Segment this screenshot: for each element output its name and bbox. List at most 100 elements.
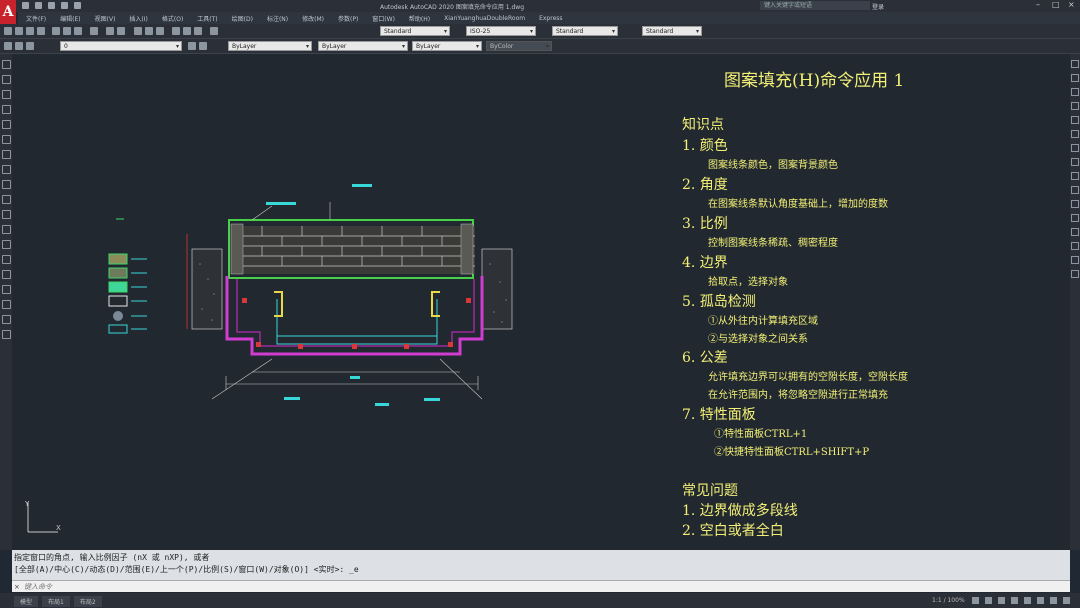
annotation-scale[interactable]: 1:1 / 100% [932, 597, 965, 604]
layer-properties-icon[interactable] [4, 42, 12, 50]
zoom-window-icon[interactable] [156, 27, 164, 35]
menu-modify[interactable]: 修改(M) [302, 14, 324, 23]
minimize-icon[interactable]: – [1036, 1, 1044, 9]
tab-layout1[interactable]: 布局1 [42, 596, 70, 607]
ellipse-arc-icon[interactable] [1, 210, 11, 219]
redo-icon[interactable] [117, 27, 125, 35]
undo-icon[interactable] [106, 27, 114, 35]
save-icon[interactable] [26, 27, 34, 35]
stretch-icon[interactable] [1071, 172, 1079, 180]
layer-previous-icon[interactable] [199, 42, 207, 50]
search-input[interactable]: 键入关键字或短语 [760, 1, 870, 10]
paste-icon[interactable] [74, 27, 82, 35]
join-icon[interactable] [1071, 228, 1079, 236]
rotate-icon[interactable] [1071, 144, 1079, 152]
mirror-icon[interactable] [1071, 88, 1079, 96]
dim-style-select[interactable]: ISO-25 [466, 26, 536, 37]
snap-icon[interactable] [985, 597, 992, 604]
lineweight-icon[interactable] [1037, 597, 1044, 604]
close-command-icon[interactable]: × [14, 581, 20, 593]
construction-line-icon[interactable] [1, 75, 11, 84]
menu-tools[interactable]: 工具(T) [197, 14, 217, 23]
copy-object-icon[interactable] [1071, 74, 1079, 82]
layer-on-icon[interactable] [15, 42, 23, 50]
tab-model[interactable]: 模型 [14, 596, 39, 607]
offset-icon[interactable] [1071, 102, 1079, 110]
grid-icon[interactable] [972, 597, 979, 604]
copy-icon[interactable] [63, 27, 71, 35]
autocad-logo[interactable]: A [0, 0, 16, 24]
layer-select[interactable]: 0 [60, 41, 182, 52]
region-icon[interactable] [1, 300, 11, 309]
polar-icon[interactable] [1011, 597, 1018, 604]
text-style-select[interactable]: Standard [380, 26, 450, 37]
command-input[interactable]: × 键入命令 [12, 580, 1070, 592]
circle-icon[interactable] [1, 150, 11, 159]
polyline-icon[interactable] [1, 90, 11, 99]
rectangle-icon[interactable] [1, 120, 11, 129]
scale-icon[interactable] [1071, 158, 1079, 166]
pan-icon[interactable] [134, 27, 142, 35]
trim-icon[interactable] [1071, 186, 1079, 194]
menu-express[interactable]: Express [539, 15, 562, 22]
color-select[interactable]: ByLayer [228, 41, 312, 52]
help-icon[interactable] [210, 27, 218, 35]
break-icon[interactable] [1071, 214, 1079, 222]
fillet-icon[interactable] [1071, 256, 1079, 264]
sign-in-button[interactable]: 登录 [872, 2, 884, 11]
layer-freeze-icon[interactable] [26, 42, 34, 50]
gradient-icon[interactable] [1, 285, 11, 294]
insert-block-icon[interactable] [1, 225, 11, 234]
move-icon[interactable] [1071, 130, 1079, 138]
menu-edit[interactable]: 编辑(E) [60, 14, 80, 23]
make-current-icon[interactable] [188, 42, 196, 50]
lineweight-select[interactable]: ByLayer [412, 41, 482, 52]
undo-icon[interactable] [61, 2, 68, 9]
ortho-icon[interactable] [998, 597, 1005, 604]
erase-icon[interactable] [1071, 60, 1079, 68]
model-space-canvas[interactable]: Y X [12, 54, 1070, 550]
chamfer-icon[interactable] [1071, 242, 1079, 250]
mleader-style-select[interactable]: Standard [642, 26, 702, 37]
new-icon[interactable] [4, 27, 12, 35]
revcloud-icon[interactable] [1, 165, 11, 174]
menu-help[interactable]: 帮助(H) [409, 14, 430, 23]
tool-palette-icon[interactable] [194, 27, 202, 35]
workspace-icon[interactable] [1050, 597, 1057, 604]
close-icon[interactable]: × [1068, 1, 1076, 9]
array-icon[interactable] [1071, 116, 1079, 124]
polygon-icon[interactable] [1, 105, 11, 114]
quick-access-toolbar[interactable] [22, 2, 81, 9]
save-icon[interactable] [48, 2, 55, 9]
extend-icon[interactable] [1071, 200, 1079, 208]
customize-icon[interactable] [1063, 597, 1070, 604]
match-properties-icon[interactable] [90, 27, 98, 35]
menu-parametric[interactable]: 参数(P) [338, 14, 358, 23]
cut-icon[interactable] [52, 27, 60, 35]
menu-file[interactable]: 文件(F) [26, 14, 46, 23]
plot-icon[interactable] [37, 27, 45, 35]
point-icon[interactable] [1, 255, 11, 264]
menu-window[interactable]: 窗口(W) [372, 14, 395, 23]
menu-dimension[interactable]: 标注(N) [267, 14, 288, 23]
open-icon[interactable] [15, 27, 23, 35]
menu-view[interactable]: 视图(V) [95, 14, 116, 23]
spline-icon[interactable] [1, 180, 11, 189]
explode-icon[interactable] [1071, 270, 1079, 278]
arc-icon[interactable] [1, 135, 11, 144]
zoom-icon[interactable] [145, 27, 153, 35]
menu-insert[interactable]: 插入(I) [129, 14, 147, 23]
design-center-icon[interactable] [183, 27, 191, 35]
table-icon[interactable] [1, 315, 11, 324]
mtext-icon[interactable] [1, 330, 11, 339]
open-icon[interactable] [35, 2, 42, 9]
maximize-icon[interactable]: □ [1052, 1, 1060, 9]
hatch-icon[interactable] [1, 270, 11, 279]
new-icon[interactable] [22, 2, 29, 9]
osnap-icon[interactable] [1024, 597, 1031, 604]
redo-icon[interactable] [74, 2, 81, 9]
menu-draw[interactable]: 绘图(D) [232, 14, 253, 23]
linetype-select[interactable]: ByLayer [318, 41, 408, 52]
menu-custom[interactable]: XianYuanghuaDoubleRoom [444, 15, 525, 22]
table-style-select[interactable]: Standard [552, 26, 618, 37]
